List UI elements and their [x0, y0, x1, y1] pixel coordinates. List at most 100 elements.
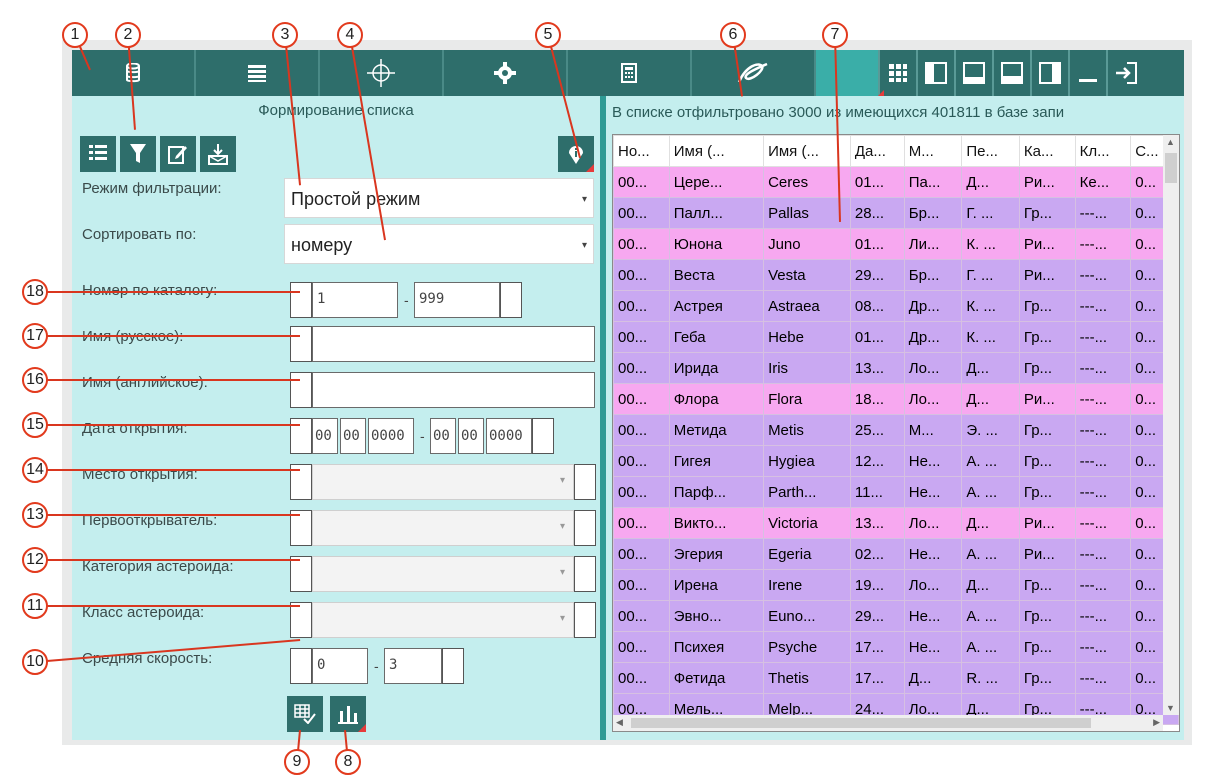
- column-header[interactable]: Пе...: [961, 135, 1020, 167]
- category-toggle[interactable]: [574, 556, 596, 592]
- table-cell: 00...: [613, 445, 670, 477]
- filter-mode-label: Режим фильтрации:: [82, 180, 222, 197]
- chevron-down-icon: ▾: [559, 613, 565, 624]
- name-ru-input[interactable]: [312, 326, 595, 362]
- scroll-thumb[interactable]: [1165, 153, 1177, 183]
- column-header[interactable]: М...: [903, 135, 963, 167]
- name-en-checkbox[interactable]: [290, 372, 312, 408]
- table-row[interactable]: 00... Фетида Thetis 17... Д... R. ... Гр... ---…: [613, 662, 1179, 694]
- date-to-day[interactable]: 00: [430, 418, 456, 454]
- column-header[interactable]: Ка...: [1018, 135, 1076, 167]
- place-toggle[interactable]: [574, 464, 596, 500]
- scroll-left-icon[interactable]: ◀: [616, 717, 623, 728]
- chevron-down-icon: ▾: [559, 567, 565, 578]
- bottom-wide-panel-button[interactable]: [992, 50, 1030, 96]
- chevron-down-icon: ▾: [559, 475, 565, 486]
- date-to-year[interactable]: 0000: [486, 418, 532, 454]
- sort-select[interactable]: номеру ▾: [284, 224, 594, 264]
- catalog-checkbox[interactable]: [290, 282, 312, 318]
- database-button[interactable]: [72, 50, 196, 96]
- table-cell: 17...: [849, 662, 905, 694]
- table-cell: Метида: [668, 414, 765, 446]
- table-cell: Палл...: [668, 197, 765, 229]
- speed-range-toggle[interactable]: [442, 648, 464, 684]
- table-row[interactable]: 00... Флора Flora 18... Ло... Д... Ри... ---...…: [613, 383, 1179, 415]
- scroll-up-icon[interactable]: ▲: [1166, 137, 1175, 147]
- catalog-range-toggle[interactable]: [500, 282, 522, 318]
- discoverer-toggle[interactable]: [574, 510, 596, 546]
- name-ru-checkbox[interactable]: [290, 326, 312, 362]
- scroll-right-icon[interactable]: ▶: [1153, 717, 1160, 728]
- table-row[interactable]: 00... Геба Hebe 01... Др... К. ... Гр... ---...…: [613, 321, 1179, 353]
- class-checkbox[interactable]: [290, 602, 312, 638]
- target-button[interactable]: [320, 50, 444, 96]
- table-cell: Др...: [903, 321, 963, 353]
- column-header[interactable]: Но...: [613, 135, 670, 167]
- table-row[interactable]: 00... Палл... Pallas 28... Бр... Г. ... Гр... -…: [613, 197, 1179, 229]
- minimize-button[interactable]: [1068, 50, 1106, 96]
- chevron-down-icon: ▾: [559, 521, 565, 532]
- table-row[interactable]: 00... Гигея Hygiea 12... Не... А. ... Гр... ---…: [613, 445, 1179, 477]
- catalog-from-input[interactable]: 1: [312, 282, 398, 318]
- table-cell: Euno...: [763, 600, 851, 632]
- column-header[interactable]: Имя (...: [668, 135, 765, 167]
- table-cell: Др...: [903, 290, 963, 322]
- edit-button[interactable]: [160, 136, 196, 172]
- table-row[interactable]: 00... Ирида Iris 13... Ло... Д... Гр... ---... 0…: [613, 352, 1179, 384]
- top-panel-button[interactable]: [1030, 50, 1068, 96]
- app-window: Формирование списка Режим фильтрации: Пр…: [72, 50, 1184, 740]
- scroll-thumb-horizontal[interactable]: [631, 718, 1091, 728]
- calculator-button[interactable]: [568, 50, 692, 96]
- apply-filter-button[interactable]: [287, 696, 323, 732]
- bottom-panel-button[interactable]: [954, 50, 992, 96]
- table-row[interactable]: 00... Эгерия Egeria 02... Не... А. ... Ри... --…: [613, 538, 1179, 570]
- table-row[interactable]: 00... Веста Vesta 29... Бр... Г. ... Ри... ---.…: [613, 259, 1179, 291]
- callout-9: 9: [284, 749, 310, 775]
- signature-button[interactable]: [692, 50, 816, 96]
- table-row[interactable]: 00... Юнона Juno 01... Ли... К. ... Ри... ---..…: [613, 228, 1179, 260]
- filter-mode-select[interactable]: Простой режим ▾: [284, 178, 594, 218]
- table-row[interactable]: 00... Астрея Astraea 08... Др... К. ... Гр... -…: [613, 290, 1179, 322]
- column-header[interactable]: Кл...: [1074, 135, 1132, 167]
- catalog-to-input[interactable]: 999: [414, 282, 500, 318]
- table-row[interactable]: 00... Психея Psyche 17... Не... А. ... Гр... --…: [613, 631, 1179, 663]
- table-row[interactable]: 00... Метида Metis 25... М... Э. ... Гр... ---.…: [613, 414, 1179, 446]
- settings-button[interactable]: [444, 50, 568, 96]
- table-cell: Бр...: [903, 197, 963, 229]
- date-from-month[interactable]: 00: [340, 418, 366, 454]
- vertical-scrollbar[interactable]: ▲ ▼: [1163, 135, 1179, 715]
- category-select[interactable]: ▾: [312, 556, 574, 592]
- table-row[interactable]: 00... Цере... Ceres 01... Па... Д... Ри... Ке..…: [613, 166, 1179, 198]
- class-select[interactable]: ▾: [312, 602, 574, 638]
- date-from-year[interactable]: 0000: [368, 418, 414, 454]
- table-cell: Pallas: [763, 197, 851, 229]
- discoverer-select[interactable]: ▾: [312, 510, 574, 546]
- speed-to-input[interactable]: 3: [384, 648, 442, 684]
- category-checkbox[interactable]: [290, 556, 312, 592]
- table-row[interactable]: 00... Викто... Victoria 13... Ло... Д... Ри...…: [613, 507, 1179, 539]
- speed-from-input[interactable]: 0: [312, 648, 368, 684]
- left-panel-button[interactable]: [916, 50, 954, 96]
- table-cell: ---...: [1074, 507, 1132, 539]
- column-header[interactable]: Да...: [849, 135, 905, 167]
- table-row[interactable]: 00... Эвно... Euno... 29... Не... А. ... Гр...…: [613, 600, 1179, 632]
- class-toggle[interactable]: [574, 602, 596, 638]
- place-select[interactable]: ▾: [312, 464, 574, 500]
- filter-button[interactable]: [120, 136, 156, 172]
- table-view-button[interactable]: [80, 136, 116, 172]
- name-en-input[interactable]: [312, 372, 595, 408]
- speed-checkbox[interactable]: [290, 648, 312, 684]
- table-row[interactable]: 00... Парф... Parth... 11... Не... А. ... Гр..…: [613, 476, 1179, 508]
- date-from-day[interactable]: 00: [312, 418, 338, 454]
- list-button[interactable]: [196, 50, 320, 96]
- table-cell: М...: [903, 414, 963, 446]
- export-button[interactable]: [200, 136, 236, 172]
- horizontal-scrollbar[interactable]: ◀ ▶: [613, 715, 1163, 731]
- table-row[interactable]: 00... Ирена Irene 19... Ло... Д... Гр... ---...…: [613, 569, 1179, 601]
- scroll-down-icon[interactable]: ▼: [1166, 703, 1175, 713]
- table-cell: 00...: [613, 259, 670, 291]
- exit-button[interactable]: [1106, 50, 1144, 96]
- date-range-toggle[interactable]: [532, 418, 554, 454]
- date-to-month[interactable]: 00: [458, 418, 484, 454]
- callout-line: [35, 424, 300, 426]
